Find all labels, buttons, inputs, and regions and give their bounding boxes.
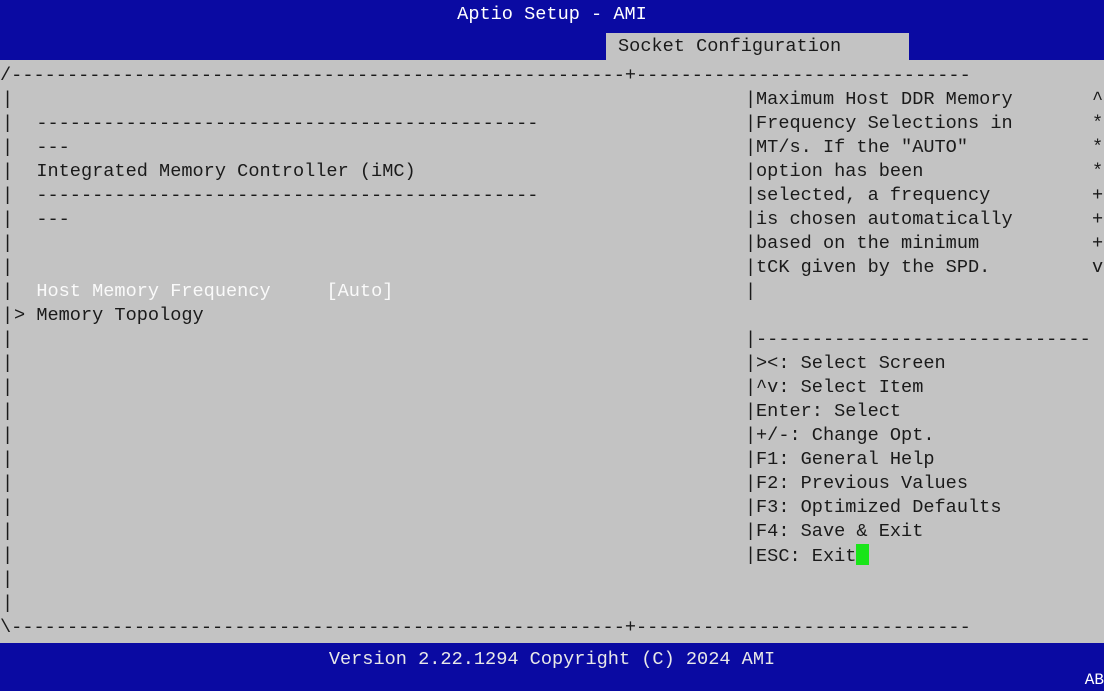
help-border: |: [745, 545, 757, 566]
help-border: |: [745, 281, 757, 302]
help-scroll-indicator: +: [1092, 209, 1104, 230]
left-border: |: [2, 137, 14, 158]
key-legend-1: ^v: Select Item: [756, 377, 924, 398]
memory-topology-item[interactable]: > Memory Topology: [14, 304, 204, 328]
host-memory-frequency-label: Host Memory Frequency: [14, 281, 271, 302]
text-cursor: [856, 544, 870, 565]
help-border: |: [745, 329, 757, 350]
help-text: MT/s. If the "AUTO": [756, 137, 969, 158]
help-border: |: [745, 209, 757, 230]
key-legend-7: F4: Save & Exit: [756, 521, 924, 542]
left-row: ---: [14, 137, 70, 158]
memory-topology-label: Memory Topology: [36, 305, 204, 326]
left-border: |: [2, 281, 14, 302]
help-scroll-indicator: *: [1092, 137, 1104, 158]
help-border: |: [745, 89, 757, 110]
left-border: |: [2, 113, 14, 134]
key-legend-6: F3: Optimized Defaults: [756, 497, 1002, 518]
help-scroll-indicator: *: [1092, 113, 1104, 134]
key-legend-2: Enter: Select: [756, 401, 902, 422]
help-scroll-indicator: v: [1092, 257, 1104, 278]
top-border: /---------------------------------------…: [0, 65, 971, 86]
title-bar: Aptio Setup - AMI Socket Configuration: [0, 0, 1104, 60]
left-border: |: [2, 473, 14, 494]
help-border: |: [745, 161, 757, 182]
left-border: |: [2, 521, 14, 542]
left-border: |: [2, 545, 14, 566]
bottom-border: \---------------------------------------…: [0, 617, 971, 638]
help-scroll-indicator: ^: [1092, 89, 1104, 110]
left-border: |: [2, 449, 14, 470]
left-border: |: [2, 185, 14, 206]
key-legend-0: ><: Select Screen: [756, 353, 946, 374]
key-legend-8: ESC: Exit: [756, 544, 870, 568]
left-row: ----------------------------------------…: [14, 113, 539, 134]
left-border: |: [2, 425, 14, 446]
help-text: is chosen automatically: [756, 209, 1013, 230]
help-scroll-indicator: +: [1092, 185, 1104, 206]
help-text: Frequency Selections in: [756, 113, 1013, 134]
left-border: |: [2, 209, 14, 230]
left-border: |: [2, 353, 14, 374]
help-border: |: [745, 257, 757, 278]
help-text: based on the minimum: [756, 233, 980, 254]
host-memory-frequency-value[interactable]: [Auto]: [326, 281, 393, 302]
help-border: |: [745, 113, 757, 134]
help-text: Maximum Host DDR Memory: [756, 89, 1013, 110]
help-separator: ------------------------------: [756, 329, 1091, 350]
left-border: |: [2, 257, 14, 278]
help-border: |: [745, 185, 757, 206]
help-border: |: [745, 401, 757, 422]
help-text: selected, a frequency: [756, 185, 991, 206]
left-row: Integrated Memory Controller (iMC): [14, 161, 416, 182]
left-border: |: [2, 377, 14, 398]
help-scroll-indicator: +: [1092, 233, 1104, 254]
help-border: |: [745, 137, 757, 158]
key-legend-3: +/-: Change Opt.: [756, 425, 935, 446]
left-border: |: [2, 569, 14, 590]
help-border: |: [745, 377, 757, 398]
version-text: Version 2.22.1294 Copyright (C) 2024 AMI: [328, 649, 776, 670]
help-border: |: [745, 497, 757, 518]
tab-socket-configuration[interactable]: Socket Configuration: [606, 33, 909, 60]
help-border: |: [745, 425, 757, 446]
left-border: |: [2, 161, 14, 182]
left-border: |: [2, 305, 14, 326]
left-row: ---: [14, 209, 70, 230]
left-border: |: [2, 401, 14, 422]
help-text: option has been: [756, 161, 924, 182]
key-legend-5: F2: Previous Values: [756, 473, 969, 494]
left-border: |: [2, 329, 14, 350]
corner-label: AB: [1084, 671, 1104, 689]
left-border: |: [2, 497, 14, 518]
left-row: ----------------------------------------…: [14, 185, 539, 206]
footer-bar: Version 2.22.1294 Copyright (C) 2024 AMI…: [0, 643, 1104, 691]
left-border: |: [2, 233, 14, 254]
help-border: |: [745, 353, 757, 374]
help-border: |: [745, 473, 757, 494]
key-legend-4: F1: General Help: [756, 449, 935, 470]
help-border: |: [745, 449, 757, 470]
help-border: |: [745, 233, 757, 254]
app-title: Aptio Setup - AMI: [457, 4, 647, 25]
host-memory-frequency-item[interactable]: Host Memory Frequency [Auto]: [14, 280, 393, 304]
help-text: tCK given by the SPD.: [756, 257, 991, 278]
left-border: |: [2, 89, 14, 110]
help-border: |: [745, 521, 757, 542]
help-scroll-indicator: *: [1092, 161, 1104, 182]
left-border: |: [2, 593, 14, 614]
submenu-arrow-icon: >: [14, 305, 37, 326]
